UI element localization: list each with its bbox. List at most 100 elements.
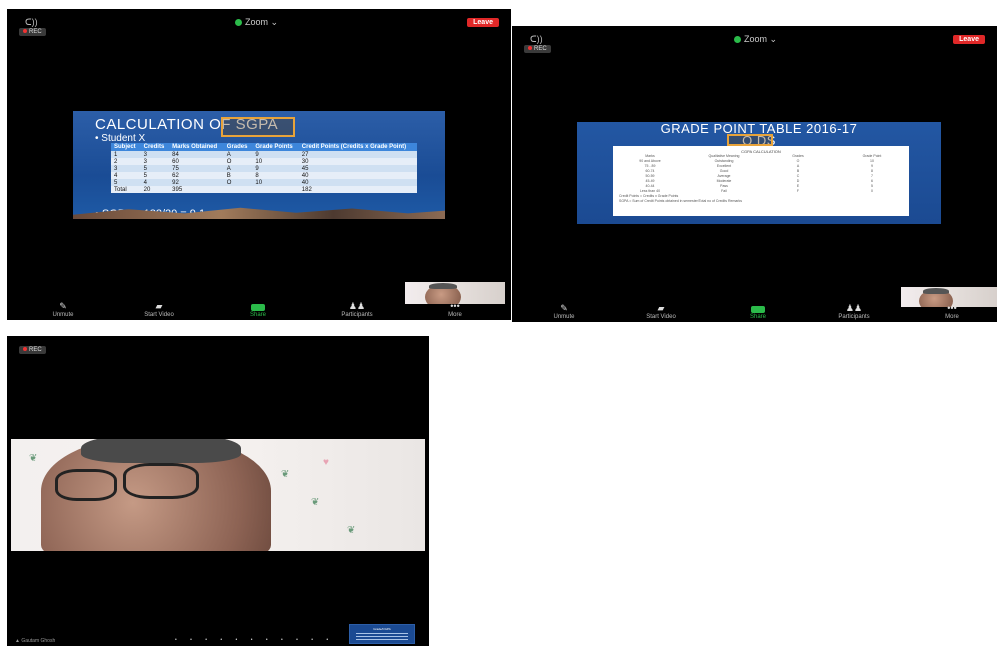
cell: Total: [111, 186, 141, 193]
annotation-cursor: [221, 117, 295, 137]
cell: 8: [252, 172, 299, 179]
meeting-toolbar: ✎ Unmute ▰ Start Video Share ♟♟ Participant…: [512, 300, 997, 322]
unmute-label: Unmute: [553, 314, 575, 320]
microphone-muted-icon: ✎: [560, 303, 568, 313]
audio-icon[interactable]: ᑕ)): [25, 17, 38, 28]
col-credits: Credits: [140, 143, 170, 151]
leave-button[interactable]: Leave: [467, 18, 499, 27]
cell: F: [796, 189, 800, 193]
shared-screen-thumbnail[interactable]: Grade/CGPA: [349, 624, 415, 644]
recording-badge: REC: [19, 28, 46, 36]
share-label: Share: [749, 314, 766, 320]
thumbnail-line: [356, 639, 408, 640]
cell: 5: [140, 172, 170, 179]
leave-button[interactable]: Leave: [953, 35, 985, 44]
grade-document: CGPA CALCULATION Marks Qualitative Meanin…: [613, 146, 909, 216]
cell: 0: [871, 189, 873, 193]
person-hair: [429, 283, 457, 289]
col-marks: Marks Obtained: [169, 143, 224, 151]
microphone-muted-icon: ✎: [59, 301, 67, 311]
cell: 20: [140, 186, 170, 193]
zoom-menu[interactable]: Zoom ⌄: [235, 17, 278, 28]
participants-button[interactable]: ♟♟ Participants: [824, 303, 884, 320]
table-header-row: Subject Credits Marks Obtained Grades Gr…: [111, 143, 417, 151]
cell: 3: [140, 158, 170, 165]
record-dot-icon: [528, 46, 532, 51]
cell: A: [223, 165, 253, 172]
thumbnail-line: [356, 636, 408, 637]
cell: 9: [252, 151, 299, 158]
zoom-screenshot-2: ᑕ)) REC Zoom ⌄ Leave GRADE POINT TABLE 2…: [512, 26, 997, 322]
meeting-topbar: ᑕ)) REC Zoom ⌄ Leave: [512, 26, 997, 53]
start-video-label: Start Video: [646, 314, 676, 320]
video-off-icon: ▰: [155, 301, 163, 311]
rec-label: REC: [29, 29, 42, 35]
cell: 395: [169, 186, 224, 193]
unmute-button[interactable]: ✎ Unmute: [534, 303, 594, 320]
cell: 60: [169, 158, 224, 165]
share-label: Share: [249, 312, 266, 318]
meeting-toolbar: ✎ Unmute ▰ Start Video Share ♟♟ Participant…: [7, 298, 511, 320]
unmute-label: Unmute: [52, 312, 74, 318]
speaker-video[interactable]: ❦ ❦ ❦ ❦ ❦ ♥: [11, 439, 425, 551]
meeting-topbar: ᑕ)) REC Zoom ⌄ Leave: [7, 9, 511, 36]
glasses-left-lens: [55, 469, 117, 501]
leaf-decoration: ❦: [29, 453, 38, 464]
audio-icon[interactable]: ᑕ)): [530, 34, 543, 45]
sgpa-table: Subject Credits Marks Obtained Grades Gr…: [111, 143, 417, 193]
share-screen-icon: [751, 306, 765, 313]
table-row: 1 3 84 A 9 27: [111, 151, 417, 158]
more-dots-icon: •••: [450, 301, 460, 311]
table-row: 4 5 62 B 8 40: [111, 172, 417, 179]
cell: 5: [111, 179, 141, 186]
more-dots-icon: •••: [947, 303, 957, 313]
cell: O: [223, 158, 253, 165]
table-row: 2 3 60 O 10 30: [111, 158, 417, 165]
zoom-menu[interactable]: Zoom ⌄: [734, 34, 777, 45]
cell: 10: [252, 179, 299, 186]
leaf-decoration: ❦: [281, 469, 290, 480]
participants-label: Participants: [341, 312, 373, 318]
start-video-label: Start Video: [144, 312, 174, 318]
cell: 10: [252, 158, 299, 165]
participant-name: ▲ Gautam Ghosh: [15, 638, 56, 644]
col-grade-points: Grade Points: [252, 143, 299, 151]
start-video-button[interactable]: ▰ Start Video: [129, 301, 189, 318]
rec-label: REC: [29, 347, 42, 353]
participants-button[interactable]: ♟♟ Participants: [327, 301, 387, 318]
cell: A: [223, 151, 253, 158]
record-dot-icon: [23, 347, 27, 352]
cell: 45: [298, 165, 417, 172]
start-video-button[interactable]: ▰ Start Video: [631, 303, 691, 320]
document-note: SGPA = Sum of Credit Points obtained in …: [619, 199, 742, 203]
cell: 27: [298, 151, 417, 158]
cell: 3: [111, 165, 141, 172]
recording-badge: REC: [524, 45, 551, 53]
cell: 3: [140, 151, 170, 158]
cell: 84: [169, 151, 224, 158]
cell: 30: [298, 158, 417, 165]
more-label: More: [448, 312, 462, 318]
shield-icon: [235, 19, 242, 27]
glasses-right-lens: [123, 463, 199, 499]
shield-icon: [734, 36, 741, 44]
zoom-label: Zoom ⌄: [744, 34, 778, 44]
more-button[interactable]: ••• More: [425, 301, 485, 318]
record-dot-icon: [23, 29, 27, 34]
leaf-decoration: ❦: [311, 497, 320, 508]
shared-slide: GRADE POINT TABLE 2016-17 O DS CGPA CALC…: [577, 122, 941, 224]
cell: 75: [169, 165, 224, 172]
table-row-total: Total 20 395 182: [111, 186, 417, 193]
unmute-button[interactable]: ✎ Unmute: [33, 301, 93, 318]
cell: 40: [298, 179, 417, 186]
share-button[interactable]: Share: [728, 306, 788, 320]
cell: B: [223, 172, 253, 179]
share-button[interactable]: Share: [228, 304, 288, 318]
rec-label: REC: [534, 46, 547, 52]
recording-badge: REC: [19, 346, 46, 354]
cell: 1: [111, 151, 141, 158]
table-row: 3 5 75 A 9 45: [111, 165, 417, 172]
more-button[interactable]: ••• More: [922, 303, 982, 320]
cell: Fail: [721, 189, 727, 193]
page-indicator[interactable]: • • • • • • • • • • •: [175, 637, 334, 643]
